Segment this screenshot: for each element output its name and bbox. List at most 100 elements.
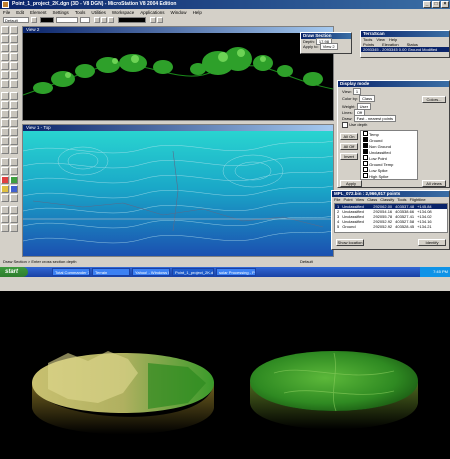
terrascan-tool-icon[interactable] — [1, 110, 9, 118]
all-on-button[interactable]: All On — [340, 133, 358, 140]
menu-window[interactable]: Window — [171, 9, 187, 16]
point-table[interactable]: 1 Unclassified 292062.00 403537.48 +145.84 2… — [334, 203, 448, 233]
colors-button[interactable]: Colors... — [422, 96, 446, 103]
line-tool-icon[interactable] — [1, 35, 9, 43]
classify-tool-icon[interactable] — [10, 185, 18, 193]
terrascan-tool-icon[interactable] — [1, 92, 9, 100]
pl-menu-flightline[interactable]: Flightline — [410, 197, 426, 202]
menu-help[interactable]: Help — [193, 9, 202, 16]
menu-utilities[interactable]: Utilities — [91, 9, 106, 16]
terrascan-tool-icon[interactable] — [10, 128, 18, 136]
arc-tool-icon[interactable] — [10, 44, 18, 52]
pl-menu-class[interactable]: Class — [367, 197, 377, 202]
terrascan-row[interactable]: 2093345 - 2093345 0.00 Ground Modified — [361, 47, 449, 52]
class-list[interactable]: Temp Ground Non Ground Unclassified Low … — [360, 130, 418, 180]
pl-menu-file[interactable]: File — [334, 197, 340, 202]
task-paint[interactable]: solar Processing - Paint — [216, 268, 256, 276]
drop-tool-icon[interactable] — [10, 80, 18, 88]
pl-menu-tools[interactable]: Tools — [397, 197, 406, 202]
task-yahoo[interactable]: Yahoo! - Windows Int... — [132, 268, 170, 276]
terrascan-tool-icon[interactable] — [10, 137, 18, 145]
table-row[interactable]: 5 Ground 292052.92 403528.45 +134.21 — [335, 224, 447, 229]
model-tool-icon[interactable] — [1, 224, 9, 232]
model-tool-icon[interactable] — [1, 215, 9, 223]
maximize-icon[interactable]: □ — [432, 1, 440, 8]
toolbar-button[interactable] — [157, 17, 163, 23]
terrascan-tool-icon[interactable] — [1, 128, 9, 136]
measure-tool-icon[interactable] — [1, 62, 9, 70]
minimize-icon[interactable]: _ — [423, 1, 431, 8]
delete-tool-icon[interactable] — [1, 80, 9, 88]
level-icon[interactable] — [31, 17, 37, 23]
menu-edit[interactable]: Edit — [16, 9, 24, 16]
apply-select[interactable]: View 2 — [319, 43, 338, 50]
dimension-tool-icon[interactable] — [10, 62, 18, 70]
model-tool-icon[interactable] — [10, 224, 18, 232]
copy-tool-icon[interactable] — [1, 71, 9, 79]
menu-applications[interactable]: Applications — [140, 9, 164, 16]
classify-tool-icon[interactable] — [10, 194, 18, 202]
shape-tool-icon[interactable] — [10, 35, 18, 43]
all-off-button[interactable]: All Off — [340, 143, 358, 150]
invert-button[interactable]: Invert — [340, 153, 358, 160]
active-color-bar[interactable] — [118, 17, 146, 23]
terrascan-tool-icon[interactable] — [1, 101, 9, 109]
menu-tools[interactable]: Tools — [75, 9, 86, 16]
level-combo[interactable]: Default — [3, 17, 29, 23]
linestyle-combo[interactable] — [56, 17, 78, 23]
toolbar-button[interactable] — [101, 17, 107, 23]
menu-workspace[interactable]: Workspace — [112, 9, 134, 16]
model-tool-icon[interactable] — [10, 215, 18, 223]
classify-tool-icon[interactable] — [1, 185, 9, 193]
terrascan-tool-icon[interactable] — [1, 119, 9, 127]
cell-tool-icon[interactable] — [10, 53, 18, 61]
draw-select[interactable]: Fast - nearest points — [353, 115, 397, 122]
start-button[interactable]: start — [0, 267, 28, 277]
pl-menu-classify[interactable]: Classify — [380, 197, 394, 202]
terrascan-tool-icon[interactable] — [1, 137, 9, 145]
pl-menu-point[interactable]: Point — [343, 197, 352, 202]
task-terrain[interactable]: Terrain — [92, 268, 130, 276]
identify-button[interactable]: Identify — [418, 239, 446, 246]
terrascan-tool-icon[interactable] — [10, 101, 18, 109]
terrascan-tool-icon[interactable] — [10, 110, 18, 118]
model-tool-icon[interactable] — [1, 206, 9, 214]
color-swatch[interactable] — [40, 17, 54, 23]
classify-tool-icon[interactable] — [1, 176, 9, 184]
model-tool-icon[interactable] — [10, 206, 18, 214]
terrascan-tool-icon[interactable] — [10, 146, 18, 154]
view-select[interactable]: 1 — [352, 88, 362, 95]
pl-menu-view[interactable]: View — [356, 197, 365, 202]
toolbar-button[interactable] — [108, 17, 114, 23]
classify-tool-icon[interactable] — [1, 167, 9, 175]
view-1[interactable]: View 1 - Top — [22, 124, 334, 257]
task-total-commander[interactable]: Total Commander 7.0 ... — [52, 268, 90, 276]
terrascan-tool-icon[interactable] — [10, 119, 18, 127]
task-microstation[interactable]: Point_1_project_2K.d... — [172, 268, 214, 276]
menu-file[interactable]: File — [3, 9, 10, 16]
classify-tool-icon[interactable] — [1, 158, 9, 166]
view-2[interactable]: View 2 — [22, 26, 334, 121]
all-views-button[interactable]: All views — [422, 180, 446, 187]
toolbar-button[interactable] — [94, 17, 100, 23]
classify-tool-icon[interactable] — [1, 194, 9, 202]
close-icon[interactable]: × — [441, 1, 449, 8]
color-by-select[interactable]: Class — [359, 95, 376, 102]
terrascan-tool-icon[interactable] — [10, 92, 18, 100]
fence-tool-icon[interactable] — [10, 26, 18, 34]
circle-tool-icon[interactable] — [1, 44, 9, 52]
classify-tool-icon[interactable] — [10, 176, 18, 184]
terrascan-tool-icon[interactable] — [1, 146, 9, 154]
classify-tool-icon[interactable] — [10, 158, 18, 166]
class-item[interactable]: High Spike — [361, 173, 417, 179]
use-depth-checkbox[interactable] — [342, 122, 348, 128]
show-location-button[interactable]: Show location — [336, 239, 364, 246]
modify-tool-icon[interactable] — [10, 71, 18, 79]
text-tool-icon[interactable] — [1, 53, 9, 61]
classify-tool-icon[interactable] — [10, 167, 18, 175]
menu-settings[interactable]: Settings — [53, 9, 69, 16]
toolbar-button[interactable] — [150, 17, 156, 23]
apply-button[interactable]: Apply — [340, 180, 362, 187]
weight-combo[interactable] — [80, 17, 90, 23]
menu-element[interactable]: Element — [30, 9, 47, 16]
